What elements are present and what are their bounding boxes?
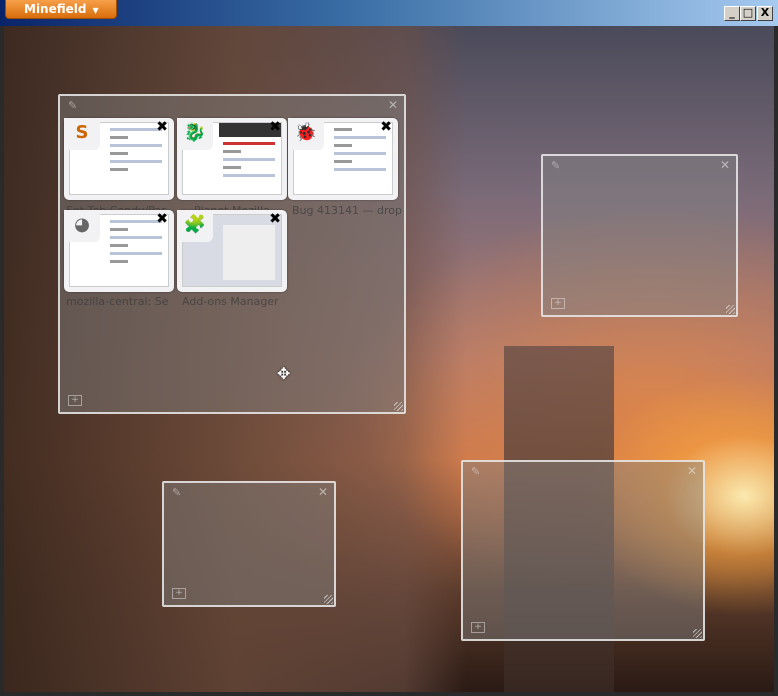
favicon-icon: 🐞	[288, 118, 324, 150]
new-tab-icon[interactable]: +	[172, 588, 186, 599]
tab-title: Bug 413141 — drop	[292, 204, 402, 217]
resize-handle[interactable]	[324, 595, 333, 604]
app-menu-label: Minefield	[24, 2, 87, 16]
new-tab-icon[interactable]: +	[471, 622, 485, 633]
tab-item[interactable]: 🧩 ✖	[177, 210, 287, 292]
pencil-icon[interactable]: ✎	[551, 159, 560, 172]
maximize-button[interactable]: □	[740, 6, 756, 21]
resize-handle[interactable]	[693, 629, 702, 638]
pencil-icon[interactable]: ✎	[172, 486, 181, 499]
tab-group-main[interactable]: ✎ ✕ S✖ Set Tab Candy/Par 🐉✖ Planet Mozil…	[58, 94, 406, 414]
tab-close-icon[interactable]: ✖	[269, 119, 281, 135]
window-titlebar: Minefield ▼ _ □ X	[0, 0, 778, 26]
new-tab-icon[interactable]: +	[551, 298, 565, 309]
tab-group-empty[interactable]: ✎ ✕ +	[162, 481, 336, 607]
resize-handle[interactable]	[394, 402, 403, 411]
tab-item[interactable]: ◕ ✖	[64, 210, 174, 292]
move-cursor-icon: ✥	[277, 364, 291, 383]
minimize-button[interactable]: _	[724, 6, 740, 21]
group-close-icon[interactable]: ✕	[318, 485, 328, 499]
favicon-icon: ◕	[64, 210, 100, 242]
tab-item[interactable]: 🐉 ✖	[177, 118, 287, 200]
group-close-icon[interactable]: ✕	[687, 464, 697, 478]
tab-close-icon[interactable]: ✖	[380, 119, 392, 135]
pencil-icon[interactable]: ✎	[68, 99, 77, 112]
tab-close-icon[interactable]: ✖	[156, 211, 168, 227]
chevron-down-icon: ▼	[92, 6, 99, 15]
resize-handle[interactable]	[726, 305, 735, 314]
favicon-icon: 🐉	[177, 118, 213, 150]
favicon-icon: 🧩	[177, 210, 213, 242]
app-menu-button[interactable]: Minefield ▼	[5, 0, 117, 19]
group-close-icon[interactable]: ✕	[720, 158, 730, 172]
tab-title: Add-ons Manager	[182, 295, 279, 308]
tab-group-empty[interactable]: ✎ ✕ +	[541, 154, 738, 317]
tab-item[interactable]: 🐞 ✖	[288, 118, 398, 200]
tab-group-empty[interactable]: ✎ ✕ +	[461, 460, 705, 641]
tab-item[interactable]: S ✖	[64, 118, 174, 200]
favicon-icon: S	[64, 118, 100, 150]
pencil-icon[interactable]: ✎	[471, 465, 480, 478]
tab-close-icon[interactable]: ✖	[269, 211, 281, 227]
new-tab-icon[interactable]: +	[68, 395, 82, 406]
tab-close-icon[interactable]: ✖	[156, 119, 168, 135]
tab-title: mozilla-central: Se	[66, 295, 169, 308]
tab-groups-canvas[interactable]: ✎ ✕ S✖ Set Tab Candy/Par 🐉✖ Planet Mozil…	[4, 26, 774, 692]
group-close-icon[interactable]: ✕	[388, 98, 398, 112]
close-window-button[interactable]: X	[757, 6, 773, 21]
